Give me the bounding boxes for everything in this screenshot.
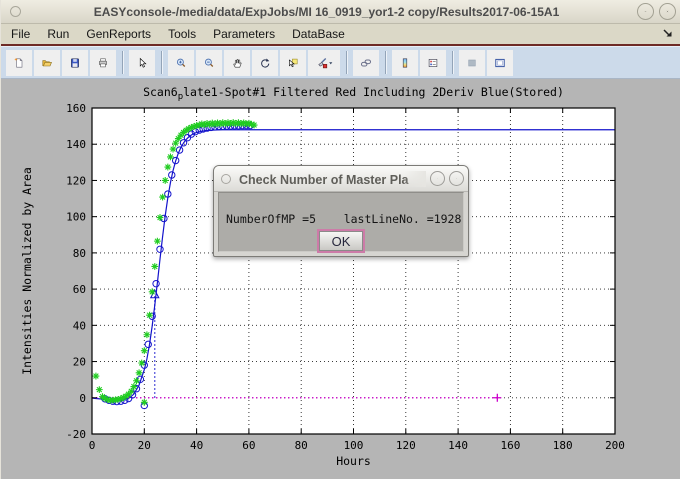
plot-area[interactable]: 020406080100120140160180200-200204060801… [1, 79, 680, 479]
svg-text:100: 100 [66, 211, 86, 224]
svg-text:140: 140 [448, 439, 468, 452]
dialog-title-wrap: Check Number of Master Pla [239, 171, 426, 187]
zoom-out-icon [203, 53, 215, 73]
menu-bar: File Run GenReports Tools Parameters DataBase [1, 24, 680, 44]
svg-text:160: 160 [500, 439, 520, 452]
data-cursor-icon [287, 53, 299, 73]
toolbar-separator [385, 51, 386, 74]
svg-text:40: 40 [190, 439, 203, 452]
link-icon [360, 53, 372, 73]
window-title: EASYconsole-/media/data/ExpJobs/MI 16_09… [21, 5, 632, 19]
rotate-icon [259, 53, 271, 73]
dialog-title: Check Number of Master Pla [239, 173, 409, 187]
dialog-body: NumberOfMP =5 lastLineNo. =1928 OK [218, 192, 464, 252]
cursor-arrow-icon [136, 53, 148, 73]
hand-icon [231, 53, 243, 73]
pan-button[interactable] [224, 50, 250, 76]
rotate-3d-button[interactable] [252, 50, 278, 76]
y-axis-label: Intensities Normalized by Area [20, 167, 34, 375]
legend-button[interactable] [420, 50, 446, 76]
chevron-down-icon [644, 6, 647, 17]
svg-text:80: 80 [73, 247, 86, 260]
zoom-in-button[interactable] [168, 50, 194, 76]
svg-text:120: 120 [396, 439, 416, 452]
menu-items: File Run GenReports Tools Parameters DataBase [11, 27, 345, 41]
arrow-down-right-icon [662, 27, 674, 39]
svg-text:80: 80 [295, 439, 308, 452]
check-master-plates-dialog: Check Number of Master Pla NumberOfMP =5… [213, 165, 469, 257]
toolbar-separator [346, 51, 347, 74]
toolbar-separator [122, 51, 123, 74]
toolbar [1, 46, 680, 79]
svg-text:200: 200 [605, 439, 625, 452]
svg-text:0: 0 [89, 439, 96, 452]
figure-area: 020406080100120140160180200-200204060801… [1, 79, 680, 479]
colorbar-button[interactable] [392, 50, 418, 76]
svg-text:40: 40 [73, 319, 86, 332]
brush-button[interactable] [308, 50, 340, 76]
open-file-button[interactable] [34, 50, 60, 76]
svg-text:20: 20 [138, 439, 151, 452]
plot-tools-show-icon [494, 53, 506, 73]
svg-text:100: 100 [344, 439, 364, 452]
close-icon [456, 174, 457, 183]
menu-file[interactable]: File [11, 27, 30, 41]
svg-text:0: 0 [79, 392, 86, 405]
svg-text:120: 120 [66, 174, 86, 187]
save-button[interactable] [62, 50, 88, 76]
print-button[interactable] [90, 50, 116, 76]
close-icon [666, 6, 669, 17]
x-axis-label: Hours [336, 454, 371, 468]
menu-run[interactable]: Run [47, 27, 69, 41]
new-file-icon [13, 53, 25, 73]
svg-text:60: 60 [73, 283, 86, 296]
brush-icon [315, 53, 333, 73]
printer-icon [97, 53, 109, 73]
menu-parameters[interactable]: Parameters [213, 27, 275, 41]
toolbar-separator [452, 51, 453, 74]
svg-text:60: 60 [242, 439, 255, 452]
svg-text:-20: -20 [66, 428, 86, 441]
dialog-close-button[interactable] [449, 171, 464, 186]
new-file-button[interactable] [6, 50, 32, 76]
shade-button[interactable] [637, 3, 654, 20]
svg-text:140: 140 [66, 138, 86, 151]
legend-icon [427, 53, 439, 73]
menu-overflow-arrow[interactable] [662, 27, 674, 42]
plot-tools-show-button[interactable] [487, 50, 513, 76]
zoom-in-icon [175, 53, 187, 73]
dialog-titlebar[interactable]: Check Number of Master Pla [214, 166, 468, 192]
data-cursor-button[interactable] [280, 50, 306, 76]
dialog-shade-button[interactable] [430, 171, 445, 186]
colorbar-icon [399, 53, 411, 73]
window-menu-circle-icon[interactable] [10, 6, 21, 17]
close-button[interactable] [659, 3, 676, 20]
plot-tools-hide-icon [466, 53, 478, 73]
menu-tools[interactable]: Tools [168, 27, 196, 41]
window-titlebar: EASYconsole-/media/data/ExpJobs/MI 16_09… [1, 0, 680, 24]
svg-text:20: 20 [73, 356, 86, 369]
plot-tools-hide-button[interactable] [459, 50, 485, 76]
plot-title: Scan6plate1-Spot#1 Filtered Red Includin… [143, 85, 564, 102]
toolbar-separator [161, 51, 162, 74]
dialog-message: NumberOfMP =5 lastLineNo. =1928 [226, 212, 461, 226]
pointer-tool-button[interactable] [129, 50, 155, 76]
open-folder-icon [41, 53, 53, 73]
ok-button[interactable]: OK [319, 231, 363, 251]
zoom-out-button[interactable] [196, 50, 222, 76]
floppy-disk-icon [69, 53, 81, 73]
chevron-down-icon [437, 174, 438, 183]
link-plots-button[interactable] [353, 50, 379, 76]
svg-text:180: 180 [553, 439, 573, 452]
svg-text:160: 160 [66, 102, 86, 115]
menu-genreports[interactable]: GenReports [86, 27, 151, 41]
dialog-menu-circle-icon[interactable] [221, 174, 231, 184]
menu-database[interactable]: DataBase [292, 27, 345, 41]
